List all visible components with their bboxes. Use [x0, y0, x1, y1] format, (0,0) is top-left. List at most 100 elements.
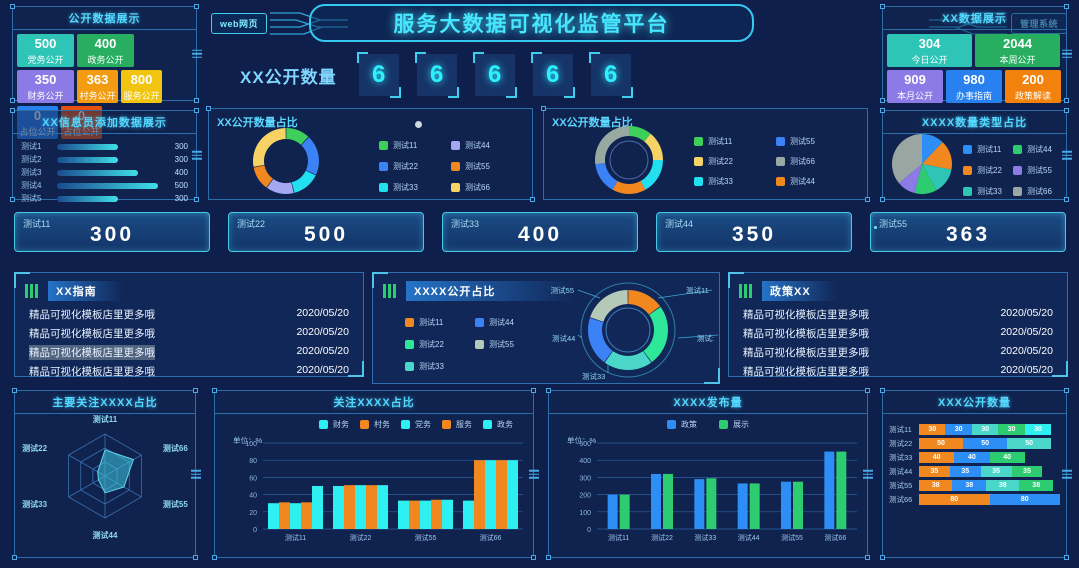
bar — [619, 494, 630, 529]
legend-item: 党务 — [401, 419, 435, 430]
legend-label: 测试11 — [419, 317, 444, 327]
stacked-pad — [1042, 466, 1060, 477]
legend-item: 测试66 — [1013, 181, 1063, 202]
policy-row[interactable]: 精品可视化模板店里更多哦 2020/05/20 — [729, 305, 1067, 324]
legend-swatch — [963, 187, 972, 196]
pie-panel-title: XXXX数量类型占比 — [883, 111, 1066, 134]
legend-swatch — [667, 420, 676, 429]
kpi-card[interactable]: 测试44 350 — [656, 212, 852, 252]
corner-deco — [10, 98, 15, 103]
legend-item: 政务 — [483, 419, 517, 430]
stacked-bar: 40 40 40 — [919, 451, 1060, 463]
legend-item: 测试33 — [379, 177, 451, 198]
legend-swatch — [1013, 187, 1022, 196]
stacked-segment: 38 — [952, 479, 986, 491]
legend-swatch — [776, 176, 785, 186]
stacked-segment: 30 — [971, 423, 999, 435]
radar-axis-label: 测试66 — [163, 443, 188, 453]
stacked-segment: 40 — [919, 451, 955, 463]
bar — [290, 503, 301, 529]
kpi-card[interactable]: 测试22 500 — [228, 212, 424, 252]
pie-chart — [892, 134, 952, 194]
policy-row[interactable]: 精品可视化模板店里更多哦 2020/05/20 — [729, 362, 1067, 381]
public-data-tile[interactable]: 500 党务公开 — [17, 34, 74, 67]
info-bar-fill — [57, 182, 158, 189]
guide-row[interactable]: 精品可视化模板店里更多哦 2020/05/20 — [15, 362, 363, 381]
xx-data-tile[interactable]: 909 本月公开 — [887, 70, 943, 103]
x-tick: 测试66 — [480, 533, 502, 542]
kpi-card[interactable]: 测试33 400 — [442, 212, 638, 252]
stacked-segment: 40 — [989, 451, 1025, 463]
public-data-tile[interactable]: 363 村务公开 — [77, 70, 118, 103]
guide-row[interactable]: 精品可视化模板店里更多哦 2020/05/20 — [15, 305, 363, 324]
info-bar-fill — [57, 156, 118, 163]
radar-axis-label: 测试11 — [93, 414, 118, 424]
side-deco — [192, 149, 202, 162]
list-row-date: 2020/05/20 — [296, 326, 349, 338]
stacked-bar: 30 30 30 30 30 — [919, 423, 1060, 435]
info-bar-name: 测试4 — [21, 181, 42, 190]
kpi-value: 350 — [731, 223, 777, 246]
digit-box: 6 — [530, 52, 575, 98]
stacked-row: 测试11 30 30 30 30 30 — [883, 422, 1066, 436]
list-row-date: 2020/05/20 — [1000, 326, 1053, 338]
legend-swatch — [379, 183, 388, 192]
stacked-segment: 50 — [1007, 437, 1052, 449]
stacked-row-label: 测试11 — [889, 424, 912, 434]
corner-deco — [1052, 361, 1068, 377]
xx-data-tile[interactable]: 980 办事指南 — [946, 70, 1002, 103]
stacked-segment: 80 — [919, 493, 990, 505]
public-data-tile[interactable]: 400 政务公开 — [77, 34, 134, 67]
kpi-card[interactable]: 测试11 300 — [14, 212, 210, 252]
guide-panel-title: XX指南 — [48, 281, 123, 301]
corner-deco — [880, 197, 885, 202]
stacked-segment: 35 — [949, 465, 981, 477]
info-bar-fill — [57, 143, 118, 150]
public-data-tile[interactable]: 350 财务公开 — [17, 70, 74, 103]
web-page-button[interactable]: web网页 — [211, 13, 268, 34]
bar — [431, 499, 442, 529]
corner-deco — [194, 197, 199, 202]
x-tick: 测试55 — [415, 533, 437, 542]
policy-row[interactable]: 精品可视化模板店里更多哦 2020/05/20 — [729, 343, 1067, 362]
bar — [485, 460, 496, 529]
xx-data-tile[interactable]: 200 政策解读 — [1005, 70, 1061, 103]
donut-label: 测试11 — [686, 285, 709, 295]
radar-chart: 测试11 测试66 测试55 测试44 测试33 测试22 — [22, 414, 188, 540]
legend-item: 测试44 — [451, 135, 523, 156]
y-tick: 500 — [579, 441, 591, 448]
bar — [836, 451, 847, 529]
bar — [793, 481, 803, 529]
legend-swatch — [405, 361, 414, 371]
bar — [398, 500, 409, 529]
x-tick: 测试11 — [608, 533, 629, 542]
public-data-tile[interactable]: 800 服务公开 — [121, 70, 162, 103]
bar — [344, 485, 355, 529]
xx-data-tile[interactable]: 304 今日公开 — [887, 34, 972, 67]
corner-deco — [880, 388, 885, 393]
kpi-value: 300 — [89, 223, 135, 246]
policy-row[interactable]: 精品可视化模板店里更多哦 2020/05/20 — [729, 324, 1067, 343]
guide-row[interactable]: 精品可视化模板店里更多哦 2020/05/20 — [15, 343, 363, 362]
x-tick: 测试11 — [285, 533, 306, 542]
y-tick: 100 — [245, 441, 257, 448]
pie-slice — [612, 181, 646, 194]
digit-box: 6 — [356, 52, 401, 98]
guide-row[interactable]: 精品可视化模板店里更多哦 2020/05/20 — [15, 324, 363, 343]
guide-panel: XX指南 精品可视化模板店里更多哦 2020/05/20 精品可视化模板店里更多哦 2… — [14, 272, 364, 378]
list-row-text: 精品可视化模板店里更多哦 — [743, 347, 869, 359]
corner-deco — [14, 272, 30, 288]
stacked-row-label: 测试55 — [889, 480, 913, 490]
legend-swatch — [694, 176, 703, 186]
bar — [737, 483, 748, 529]
legend-label: 政务 — [497, 420, 513, 429]
list-row-date: 2020/05/20 — [1000, 364, 1053, 376]
side-deco — [192, 47, 202, 60]
stacked-segment: 30 — [945, 423, 972, 435]
corner-deco — [10, 108, 15, 113]
tile-value: 980 — [963, 71, 985, 87]
kpi-card[interactable]: 测试55 363 — [870, 212, 1066, 252]
legend-item: 测试33 — [405, 355, 475, 377]
corner-deco — [10, 197, 15, 202]
xx-data-tile[interactable]: 2044 本周公开 — [975, 34, 1060, 67]
